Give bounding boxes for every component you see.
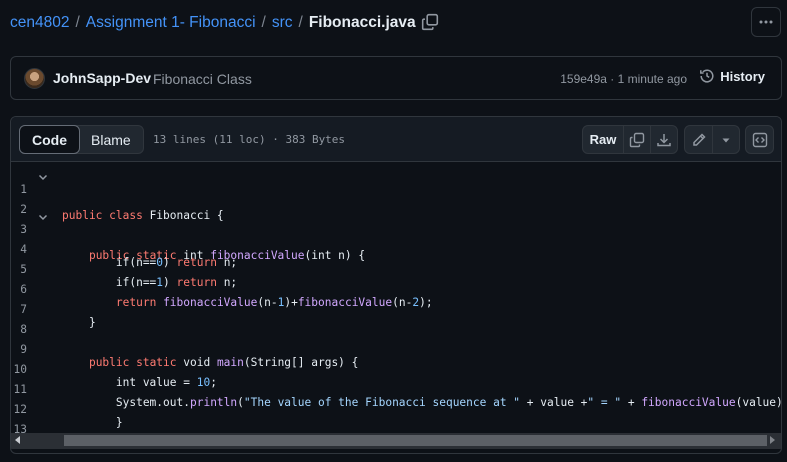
code-line: 6 return fibonacciValue(n-1)+fibonacciVa…: [11, 267, 781, 309]
commit-message[interactable]: Fibonacci Class: [153, 71, 252, 87]
more-options-button[interactable]: [751, 7, 781, 37]
copy-path-button[interactable]: [421, 13, 439, 31]
code-area[interactable]: 1 public class Fibonacci { 2 3 public st…: [11, 163, 781, 449]
edit-actions-group: [684, 125, 740, 154]
code-line: 8: [11, 307, 781, 336]
avatar[interactable]: [24, 68, 45, 89]
breadcrumb-owner-link[interactable]: cen4802: [10, 14, 69, 32]
commit-author[interactable]: JohnSapp-Dev: [53, 70, 151, 86]
copy-icon: [421, 13, 439, 31]
breadcrumb-current-file: Fibonacci.java: [308, 14, 416, 31]
code-line: 12 }: [11, 387, 781, 429]
copy-raw-button[interactable]: [623, 126, 650, 153]
scroll-left-arrow-icon[interactable]: [15, 436, 20, 444]
code-line: 4 if(n==0) return n;: [11, 227, 781, 269]
tab-blame[interactable]: Blame: [79, 126, 143, 153]
copy-icon: [629, 132, 645, 147]
file-header: Code Blame 13 lines (11 loc) · 383 Bytes…: [11, 117, 781, 162]
history-icon: [700, 69, 714, 83]
breadcrumb-separator: /: [75, 14, 80, 31]
code-line: 5 if(n==1) return n;: [11, 247, 781, 289]
download-button[interactable]: [650, 126, 677, 153]
raw-actions-group: Raw: [582, 125, 678, 154]
chevron-down-icon[interactable]: [37, 211, 49, 223]
breadcrumb-separator: /: [298, 14, 303, 31]
commit-meta[interactable]: 159e49a · 1 minute ago: [560, 72, 687, 86]
code-line: 7 }: [11, 287, 781, 329]
download-icon: [657, 133, 671, 146]
edit-button[interactable]: [685, 126, 712, 153]
tab-code[interactable]: Code: [19, 125, 80, 154]
chevron-down-icon[interactable]: [37, 171, 49, 183]
view-toggle: Code Blame: [19, 125, 144, 154]
triangle-down-icon: [722, 138, 730, 142]
code-line: 2: [11, 187, 781, 216]
code-line: 10 int value = 10;: [11, 347, 781, 389]
raw-button[interactable]: Raw: [583, 126, 623, 153]
horizontal-scrollbar[interactable]: [11, 433, 781, 449]
symbols-group: [745, 125, 774, 154]
breadcrumb-separator: /: [261, 14, 266, 31]
code-line: 13 }: [11, 407, 781, 449]
history-button[interactable]: History: [699, 68, 765, 84]
scrollbar-thumb[interactable]: [64, 435, 767, 446]
breadcrumb: cen4802 / Assignment 1- Fibonacci / src …: [10, 12, 416, 34]
latest-commit-bar: JohnSapp-Dev Fibonacci Class 159e49a · 1…: [10, 56, 782, 100]
symbols-panel-button[interactable]: [746, 126, 773, 153]
code-line: 11 System.out.println("The value of the …: [11, 367, 781, 409]
scroll-right-arrow-icon[interactable]: [770, 436, 775, 444]
history-label: History: [720, 68, 765, 84]
file-viewer: Code Blame 13 lines (11 loc) · 383 Bytes…: [10, 116, 782, 454]
breadcrumb-repo-link[interactable]: Assignment 1- Fibonacci: [86, 14, 256, 32]
kebab-horizontal-icon: [759, 20, 773, 24]
code-line: 9 public static void main(String[] args)…: [11, 327, 781, 369]
code-line: 1 public class Fibonacci {: [11, 167, 781, 222]
code-square-icon: [752, 132, 767, 147]
edit-dropdown-button[interactable]: [712, 126, 739, 153]
code-line: 3 public static int fibonacciValue(int n…: [11, 207, 781, 262]
breadcrumb-folder-link[interactable]: src: [272, 14, 293, 32]
pencil-icon: [692, 132, 706, 146]
file-info: 13 lines (11 loc) · 383 Bytes: [153, 133, 346, 146]
